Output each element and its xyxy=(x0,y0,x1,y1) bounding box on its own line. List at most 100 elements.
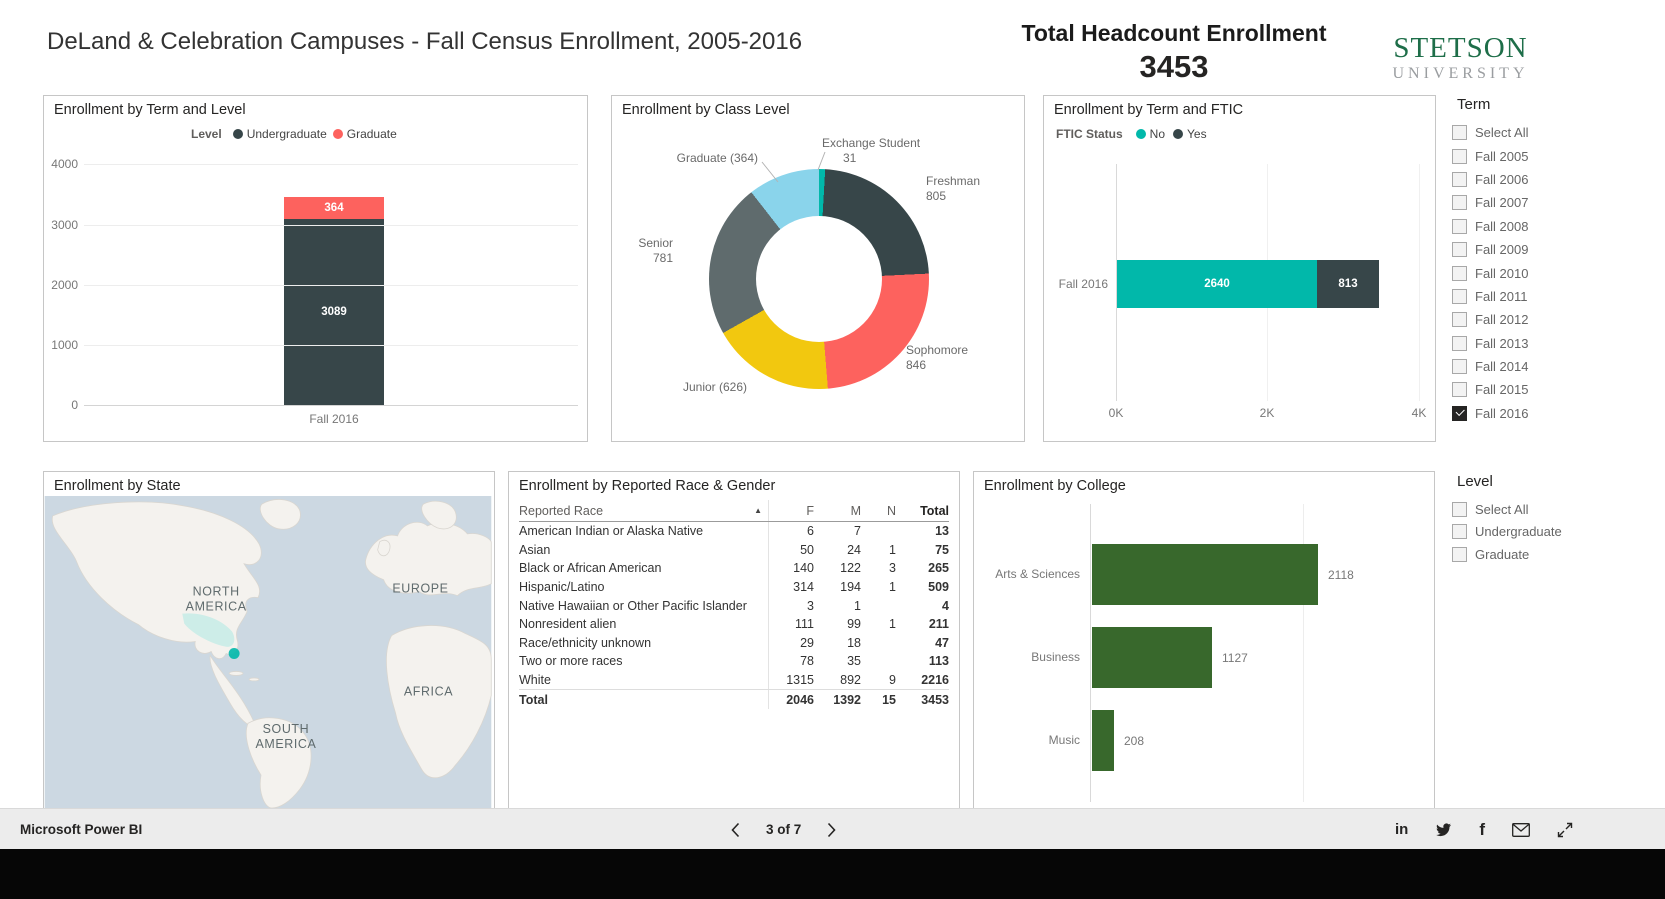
page-indicator: 3 of 7 xyxy=(766,822,801,837)
checkbox-checked[interactable] xyxy=(1452,406,1467,421)
checkbox[interactable] xyxy=(1452,289,1467,304)
college-bar-arts-sciences[interactable] xyxy=(1092,544,1318,605)
table-total-row[interactable]: Total20461392153453 xyxy=(519,689,949,709)
checkbox[interactable] xyxy=(1452,172,1467,187)
table-cell: 1 xyxy=(861,543,896,557)
table-row[interactable]: Two or more races7835113 xyxy=(519,652,949,671)
slicer-term-item-fall-2009[interactable]: Fall 2009 xyxy=(1450,238,1610,261)
checkbox[interactable] xyxy=(1452,242,1467,257)
checkbox[interactable] xyxy=(1452,382,1467,397)
column-header-f[interactable]: F xyxy=(769,504,814,518)
slicer-term-item-fall-2013[interactable]: Fall 2013 xyxy=(1450,332,1610,355)
legend-dot-ftic-no xyxy=(1136,129,1146,139)
twitter-icon[interactable] xyxy=(1435,822,1452,837)
checkbox[interactable] xyxy=(1452,336,1467,351)
table-cell: 1 xyxy=(861,580,896,594)
column-header-n[interactable]: N xyxy=(861,504,896,518)
college-bar-business[interactable] xyxy=(1092,627,1212,688)
checkbox[interactable] xyxy=(1452,149,1467,164)
checkbox[interactable] xyxy=(1452,195,1467,210)
checkbox[interactable] xyxy=(1452,266,1467,281)
donut-label-exchange-student: Exchange Student 31 xyxy=(822,136,920,166)
slicer-term-item-fall-2012[interactable]: Fall 2012 xyxy=(1450,308,1610,331)
linkedin-icon[interactable]: in xyxy=(1395,821,1408,838)
table-cell: 24 xyxy=(814,543,861,557)
fullscreen-icon[interactable] xyxy=(1557,822,1573,838)
email-icon[interactable] xyxy=(1512,823,1530,837)
segment-value-label: 813 xyxy=(1338,278,1357,290)
slicer-term-item-fall-2010[interactable]: Fall 2010 xyxy=(1450,261,1610,284)
undergraduate-segment[interactable]: 3089 xyxy=(284,219,384,405)
slicer-term-item-fall-2006[interactable]: Fall 2006 xyxy=(1450,168,1610,191)
table-row[interactable]: American Indian or Alaska Native6713 xyxy=(519,522,949,541)
donut-label-value: 805 xyxy=(926,189,980,204)
slicer-term-item-fall-2014[interactable]: Fall 2014 xyxy=(1450,355,1610,378)
slicer-level-item-undergraduate[interactable]: Undergraduate xyxy=(1450,521,1610,544)
slicer-term-item-select-all[interactable]: Select All xyxy=(1450,121,1610,144)
map-label-north-america-2: AMERICA xyxy=(186,600,247,614)
table-row[interactable]: Black or African American1401223265 xyxy=(519,559,949,578)
ftic-yes-segment[interactable]: 813 xyxy=(1317,260,1379,308)
column-header-m[interactable]: M xyxy=(814,504,861,518)
column-header-reported-race[interactable]: Reported Race▲ xyxy=(519,500,769,521)
slicer-term-item-fall-2011[interactable]: Fall 2011 xyxy=(1450,285,1610,308)
ftic-no-segment[interactable]: 2640 xyxy=(1117,260,1317,308)
slicer-term-item-fall-2015[interactable]: Fall 2015 xyxy=(1450,378,1610,401)
slicer-item-label: Fall 2010 xyxy=(1475,266,1528,281)
checkbox[interactable] xyxy=(1452,219,1467,234)
checkbox[interactable] xyxy=(1452,359,1467,374)
checkbox[interactable] xyxy=(1452,502,1467,517)
slicer-level-item-select-all[interactable]: Select All xyxy=(1450,498,1610,521)
slicer-term-item-fall-2008[interactable]: Fall 2008 xyxy=(1450,215,1610,238)
donut-label-value: 846 xyxy=(906,358,968,373)
donut-label-junior: Junior (626) xyxy=(649,380,747,395)
column-header-total[interactable]: Total xyxy=(896,504,949,518)
table-cell: Asian xyxy=(519,541,769,560)
legend-item-ftic-no[interactable]: No xyxy=(1136,127,1165,141)
facebook-icon[interactable]: f xyxy=(1479,820,1485,840)
checkbox[interactable] xyxy=(1452,125,1467,140)
stetson-logo: STETSON UNIVERSITY xyxy=(1388,34,1533,82)
table-cell: 18 xyxy=(814,636,861,650)
checkbox[interactable] xyxy=(1452,524,1467,539)
table-cell: American Indian or Alaska Native xyxy=(519,522,769,541)
legend-dot-undergraduate xyxy=(233,129,243,139)
table-cell: Hispanic/Latino xyxy=(519,578,769,597)
checkbox[interactable] xyxy=(1452,547,1467,562)
legend-item-graduate[interactable]: Graduate xyxy=(333,127,397,141)
chevron-right-icon[interactable] xyxy=(827,822,836,838)
table-cell: 2216 xyxy=(896,673,949,687)
table-row[interactable]: Asian5024175 xyxy=(519,541,949,560)
college-bar-music[interactable] xyxy=(1092,710,1114,771)
headcount-label: Total Headcount Enrollment xyxy=(1004,20,1344,47)
gridline xyxy=(84,164,578,165)
panel-class-level: Enrollment by Class Level Graduate (364)… xyxy=(611,95,1025,442)
graduate-segment[interactable]: 364 xyxy=(284,197,384,219)
map-label-south-america: SOUTH xyxy=(263,722,310,736)
table-row[interactable]: Hispanic/Latino3141941509 xyxy=(519,578,949,597)
table-row[interactable]: Race/ethnicity unknown291847 xyxy=(519,634,949,653)
donut-label-text: Exchange Student xyxy=(822,136,920,151)
slicer-term-item-fall-2016[interactable]: Fall 2016 xyxy=(1450,402,1610,425)
donut-label-graduate: Graduate (364) xyxy=(648,151,758,166)
slicer-term-item-fall-2007[interactable]: Fall 2007 xyxy=(1450,191,1610,214)
table-row[interactable]: Native Hawaiian or Other Pacific Islande… xyxy=(519,596,949,615)
slicer-item-label: Fall 2006 xyxy=(1475,172,1528,187)
slicer-item-label: Fall 2007 xyxy=(1475,195,1528,210)
chevron-left-icon[interactable] xyxy=(731,822,740,838)
checkbox[interactable] xyxy=(1452,312,1467,327)
y-axis-label: 4000 xyxy=(48,157,78,171)
legend-item-undergraduate[interactable]: Undergraduate xyxy=(233,127,327,141)
class-level-donut[interactable] xyxy=(709,169,929,389)
legend-item-ftic-yes[interactable]: Yes xyxy=(1173,127,1207,141)
powerbi-brand-link[interactable]: Microsoft Power BI xyxy=(20,809,142,850)
slicer-term-item-fall-2005[interactable]: Fall 2005 xyxy=(1450,144,1610,167)
table-row[interactable]: Nonresident alien111991211 xyxy=(519,615,949,634)
map-bubble[interactable] xyxy=(229,648,240,659)
table-row[interactable]: White131589292216 xyxy=(519,671,949,690)
slicer-title: Level xyxy=(1457,473,1610,490)
legend-label: Graduate xyxy=(347,127,397,141)
table-cell: Race/ethnicity unknown xyxy=(519,634,769,653)
world-map[interactable]: NORTH AMERICA EUROPE AFRICA SOUTH AMERIC… xyxy=(44,496,492,808)
slicer-level-item-graduate[interactable]: Graduate xyxy=(1450,543,1610,566)
